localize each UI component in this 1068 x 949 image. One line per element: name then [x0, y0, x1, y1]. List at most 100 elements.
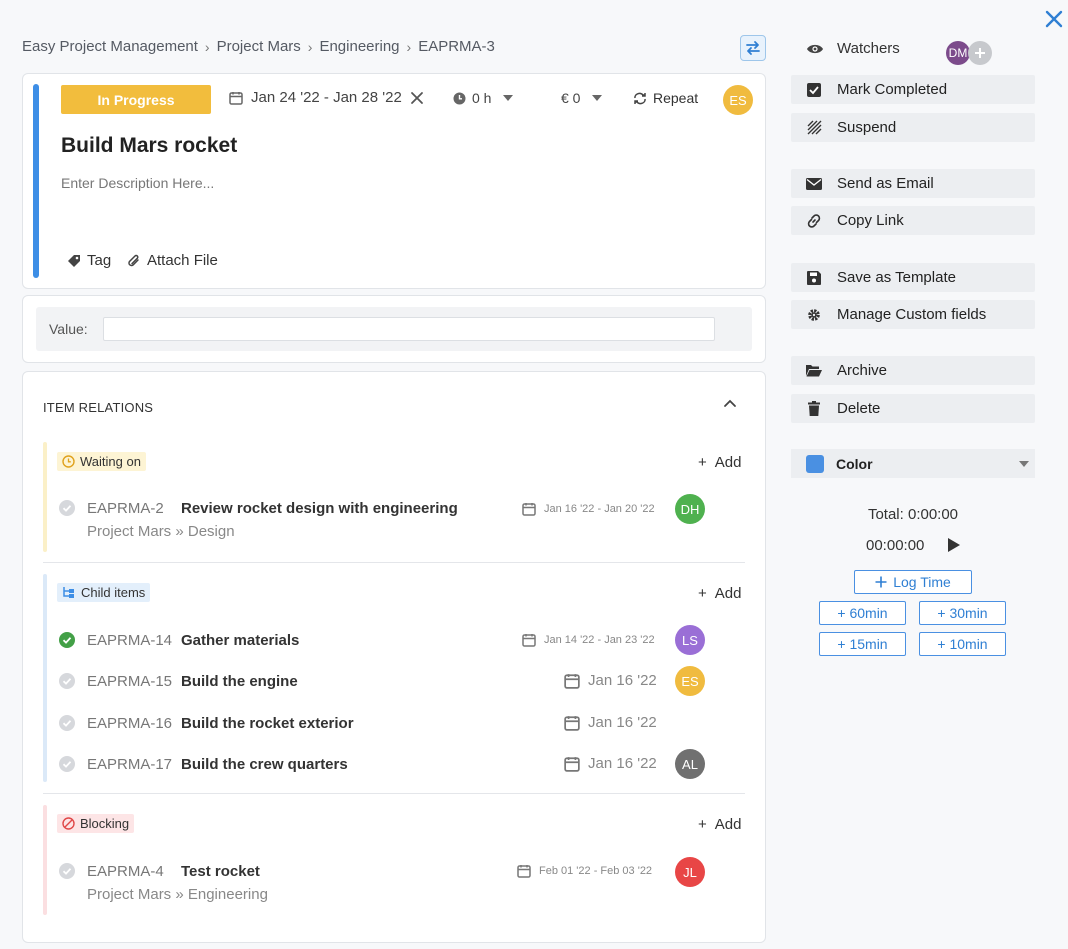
relation-id[interactable]: EAPRMA-4	[87, 863, 164, 880]
calendar-icon	[564, 715, 580, 731]
watchers-label: Watchers	[837, 40, 900, 57]
custom-field-row: Value:	[36, 307, 752, 351]
save-template-button[interactable]: Save as Template	[791, 263, 1035, 292]
custom-field-input[interactable]	[103, 317, 715, 341]
close-icon[interactable]	[1043, 8, 1065, 30]
date-range-field[interactable]: Jan 24 '22 - Jan 28 '22	[229, 89, 424, 106]
relation-avatar[interactable]: JL	[675, 857, 705, 887]
clear-date-icon[interactable]	[410, 91, 424, 105]
log-time-button[interactable]: Log Time	[854, 570, 972, 594]
color-dropdown[interactable]: Color	[791, 449, 1035, 478]
blocking-label: Blocking	[80, 816, 130, 831]
relation-check-icon[interactable]	[59, 756, 75, 772]
relation-id[interactable]: EAPRMA-17	[87, 756, 172, 773]
send-email-button[interactable]: Send as Email	[791, 169, 1035, 198]
relation-title[interactable]: Build the engine	[181, 673, 298, 690]
delete-button[interactable]: Delete	[791, 394, 1035, 423]
relation-id[interactable]: EAPRMA-16	[87, 715, 172, 732]
relation-date-text: Jan 16 '22	[588, 714, 657, 731]
add-10min-button[interactable]: + 10min	[919, 632, 1006, 656]
relation-id[interactable]: EAPRMA-14	[87, 632, 172, 649]
blocking-badge: Blocking	[57, 814, 135, 833]
paperclip-icon	[128, 254, 139, 267]
swap-icon	[746, 41, 760, 55]
swap-view-button[interactable]	[740, 35, 766, 61]
relation-check-icon[interactable]	[59, 500, 75, 516]
add-30min-button[interactable]: + 30min	[919, 601, 1006, 625]
estimated-hours-dropdown[interactable]: 0 h	[453, 90, 514, 106]
chevron-up-icon[interactable]	[723, 399, 737, 408]
breadcrumb-item-folder[interactable]: Engineering	[319, 38, 399, 55]
add-blocking-button[interactable]: + Add	[698, 816, 741, 833]
assignee-avatar[interactable]: ES	[723, 85, 753, 115]
manage-custom-fields-label: Manage Custom fields	[837, 306, 987, 323]
add-label: Add	[714, 816, 742, 833]
completed-check-icon[interactable]	[59, 632, 75, 648]
checkbox-icon	[791, 82, 837, 97]
play-icon[interactable]	[948, 538, 960, 552]
add-child-button[interactable]: + Add	[698, 585, 741, 602]
breadcrumb-item-app[interactable]: Easy Project Management	[22, 38, 198, 55]
copy-link-label: Copy Link	[837, 212, 904, 229]
relation-title[interactable]: Gather materials	[181, 632, 299, 649]
trash-icon	[791, 401, 837, 416]
waiting-on-badge: Waiting on	[57, 452, 146, 471]
cost-dropdown[interactable]: € 0	[561, 90, 603, 106]
relation-date-text: Jan 16 '22	[588, 672, 657, 689]
child-items-badge: Child items	[57, 583, 151, 602]
calendar-icon	[522, 634, 536, 647]
breadcrumb: Easy Project Management › Project Mars ›…	[22, 38, 495, 55]
caret-down-icon	[592, 95, 603, 101]
relation-check-icon[interactable]	[59, 673, 75, 689]
relation-date-text: Feb 01 '22 - Feb 03 '22	[539, 865, 653, 877]
relation-date: Feb 01 '22 - Feb 03 '22	[517, 864, 652, 878]
relation-date-text: Jan 14 '22 - Jan 23 '22	[544, 634, 655, 646]
relation-check-icon[interactable]	[59, 863, 75, 879]
plus-icon	[875, 576, 887, 588]
relation-title[interactable]: Build the rocket exterior	[181, 715, 354, 732]
envelope-icon	[791, 177, 837, 190]
copy-link-button[interactable]: Copy Link	[791, 206, 1035, 235]
relation-title[interactable]: Review rocket design with engineering	[181, 500, 458, 517]
watcher-avatar[interactable]: DM	[946, 41, 970, 65]
clock-icon	[62, 455, 75, 468]
relation-title[interactable]: Test rocket	[181, 863, 260, 880]
relation-avatar[interactable]: AL	[675, 749, 705, 779]
status-dropdown[interactable]: In Progress	[61, 85, 211, 114]
suspend-button[interactable]: Suspend	[791, 113, 1035, 142]
relation-avatar[interactable]: ES	[675, 666, 705, 696]
mark-completed-button[interactable]: Mark Completed	[791, 75, 1035, 104]
attach-file-button[interactable]: Attach File	[127, 252, 218, 269]
plus-icon: +	[698, 816, 707, 833]
breadcrumb-item-project[interactable]: Project Mars	[217, 38, 301, 55]
add-label: Add	[714, 585, 742, 602]
relation-id[interactable]: EAPRMA-2	[87, 500, 164, 517]
repeat-button[interactable]: Repeat	[633, 90, 698, 106]
custom-field-card: Value:	[22, 295, 766, 363]
relation-title[interactable]: Build the crew quarters	[181, 756, 348, 773]
archive-button[interactable]: Archive	[791, 356, 1035, 385]
breadcrumb-separator-icon: ›	[307, 38, 313, 55]
relation-path: Project Mars » Design	[87, 523, 235, 540]
add-15min-button[interactable]: + 15min	[819, 632, 906, 656]
relation-id[interactable]: EAPRMA-15	[87, 673, 172, 690]
relation-date: Jan 14 '22 - Jan 23 '22	[522, 633, 655, 647]
add-watcher-button[interactable]	[968, 41, 992, 65]
calendar-icon	[517, 865, 531, 878]
relation-avatar[interactable]: LS	[675, 625, 705, 655]
child-items-label: Child items	[81, 585, 146, 600]
description-field[interactable]: Enter Description Here...	[61, 175, 214, 191]
relation-avatar[interactable]: DH	[675, 494, 705, 524]
calendar-icon	[564, 673, 580, 689]
add-60min-button[interactable]: + 60min	[819, 601, 906, 625]
child-section-accent	[43, 574, 47, 782]
color-label: Color	[836, 455, 873, 472]
relation-check-icon[interactable]	[59, 715, 75, 731]
blocking-section-accent	[43, 805, 47, 915]
relation-date: Jan 16 '22 - Jan 20 '22	[522, 502, 655, 516]
manage-custom-fields-button[interactable]: Manage Custom fields	[791, 300, 1035, 329]
custom-field-label: Value:	[49, 321, 88, 337]
add-waiting-button[interactable]: + Add	[698, 454, 741, 471]
task-title[interactable]: Build Mars rocket	[61, 134, 237, 158]
tag-button[interactable]: Tag	[67, 252, 111, 269]
